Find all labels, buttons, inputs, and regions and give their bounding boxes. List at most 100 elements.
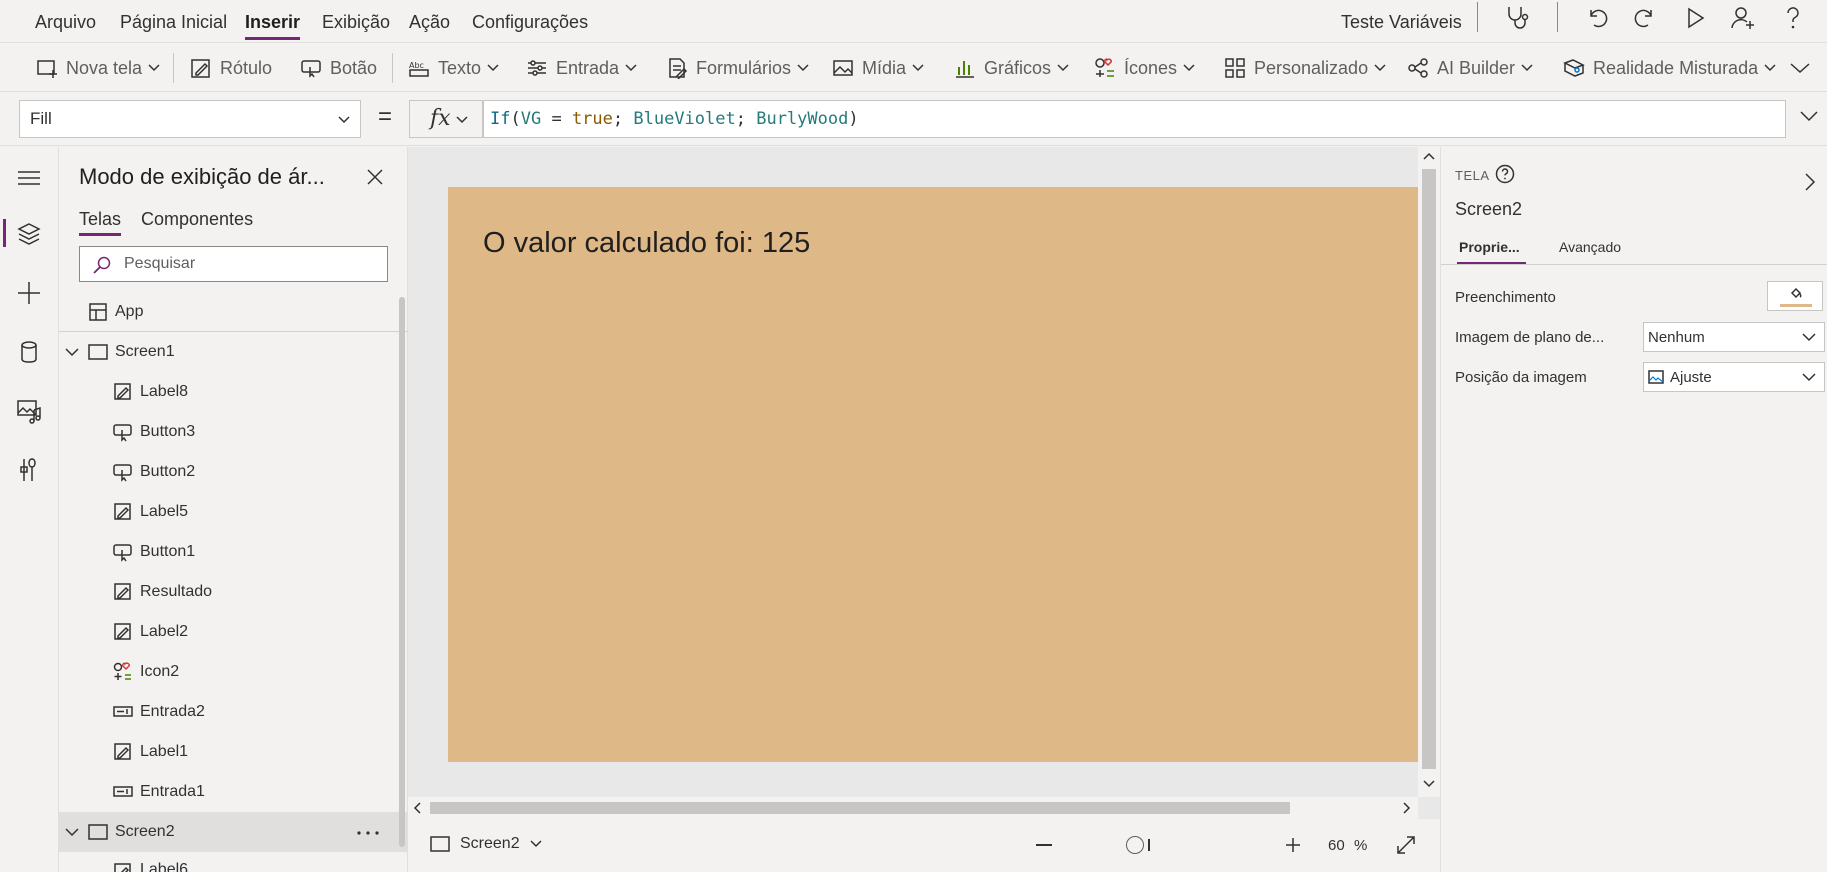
hamburger-menu-button[interactable] — [14, 163, 44, 193]
redo-icon[interactable] — [1631, 4, 1659, 32]
chevron-down-icon — [338, 116, 350, 124]
mixed-reality-icon — [1563, 59, 1585, 77]
expand-formula-button[interactable] — [1799, 110, 1819, 122]
stethoscope-icon[interactable] — [1503, 4, 1531, 32]
zoom-in-button[interactable] — [1285, 837, 1301, 853]
tree-item-entrada2[interactable]: Entrada2 — [59, 692, 408, 732]
horizontal-scrollbar[interactable] — [408, 797, 1418, 819]
background-image-dropdown[interactable]: Nenhum — [1643, 322, 1825, 352]
button-button[interactable]: Botão — [300, 55, 377, 81]
tab-telas[interactable]: Telas — [79, 209, 122, 236]
chevron-down-icon[interactable] — [65, 347, 79, 357]
zoom-out-button[interactable] — [1036, 844, 1052, 846]
fill-label: Preenchimento — [1455, 289, 1556, 306]
icons-menu-button[interactable]: Ícones — [1094, 55, 1195, 81]
fill-color-picker[interactable] — [1767, 281, 1823, 311]
input-menu-button[interactable]: Entrada — [526, 55, 637, 81]
tree-item-label1[interactable]: Label1 — [59, 732, 408, 772]
tab-advanced[interactable]: Avançado — [1559, 239, 1621, 255]
tree-item-label5[interactable]: Label5 — [59, 492, 408, 532]
vertical-scrollbar[interactable] — [1418, 147, 1440, 797]
tree-search-input[interactable] — [124, 249, 384, 279]
chevron-down-icon — [1802, 373, 1816, 382]
tree-item-label6[interactable]: Label6 — [59, 852, 408, 872]
custom-components-icon — [1225, 58, 1245, 78]
label-icon — [114, 503, 131, 520]
more-options-icon[interactable] — [357, 831, 379, 835]
charts-menu-button[interactable]: Gráficos — [954, 55, 1069, 81]
menu-pagina-inicial[interactable]: Página Inicial — [120, 12, 227, 33]
menu-exibicao[interactable]: Exibição — [322, 12, 390, 33]
forms-menu-button[interactable]: Formulários — [666, 55, 809, 81]
property-dropdown[interactable]: Fill — [19, 100, 361, 138]
tree-item-icon2[interactable]: Icon2 — [59, 652, 408, 692]
data-button[interactable] — [14, 337, 44, 367]
close-panel-button[interactable] — [365, 167, 385, 187]
text-menu-button[interactable]: Abc Texto — [408, 55, 499, 81]
zoom-slider-thumb[interactable] — [1126, 836, 1144, 854]
play-icon[interactable] — [1681, 4, 1709, 32]
tree-view-button[interactable] — [14, 219, 44, 249]
paint-bucket-icon — [1790, 287, 1802, 299]
tree-item-screen2[interactable]: Screen2 — [59, 812, 408, 852]
icons-icon — [113, 662, 131, 680]
tree-item-entrada1[interactable]: Entrada1 — [59, 772, 408, 812]
result-label[interactable]: O valor calculado foi: 125 — [483, 227, 810, 260]
tree-item-label: Label2 — [140, 623, 189, 640]
tree-item-label: Label8 — [140, 383, 189, 400]
label-icon — [114, 383, 131, 400]
fit-to-window-icon[interactable] — [1395, 834, 1417, 856]
tab-properties[interactable]: Proprie... — [1457, 239, 1526, 265]
chevron-up-icon[interactable] — [1423, 151, 1435, 161]
tree-item-button2[interactable]: Button2 — [59, 452, 408, 492]
screen-selector-value: Screen2 — [460, 835, 520, 852]
layers-icon — [17, 223, 41, 245]
insert-toolbar: Nova tela Rótulo Botão Abc Texto Entrada… — [0, 42, 1827, 92]
custom-menu-button[interactable]: Personalizado — [1224, 55, 1386, 81]
zoom-value[interactable]: 60 — [1328, 837, 1345, 854]
label-icon — [114, 863, 131, 872]
menu-acao[interactable]: Ação — [409, 12, 450, 33]
chevron-down-icon[interactable] — [65, 827, 79, 837]
zoom-unit: % — [1354, 837, 1368, 854]
tree-item-label2[interactable]: Label2 — [59, 612, 408, 652]
tree-item-screen1[interactable]: Screen1 — [59, 332, 408, 372]
image-position-dropdown[interactable]: Ajuste — [1643, 362, 1825, 392]
tree-item-button1[interactable]: Button1 — [59, 532, 408, 572]
formula-input[interactable]: If(VG = true; BlueViolet; BurlyWood) — [483, 100, 1786, 138]
vertical-scrollbar-thumb[interactable] — [1422, 169, 1436, 769]
chevron-right-icon[interactable] — [1402, 802, 1412, 814]
chevron-left-icon[interactable] — [412, 802, 422, 814]
control-name[interactable]: Screen2 — [1455, 199, 1522, 220]
horizontal-scrollbar-thumb[interactable] — [430, 802, 1290, 814]
help-icon[interactable] — [1495, 164, 1515, 184]
tree-item-button3[interactable]: Button3 — [59, 412, 408, 452]
tree-item-app[interactable]: App — [59, 292, 408, 332]
share-user-icon[interactable] — [1729, 4, 1757, 32]
menu-arquivo[interactable]: Arquivo — [35, 12, 96, 33]
function-picker-button[interactable]: fx — [409, 100, 483, 138]
screen2-canvas[interactable]: O valor calculado foi: 125 — [448, 187, 1418, 762]
menu-configuracoes[interactable]: Configurações — [472, 12, 588, 33]
tree-item-label: Label6 — [140, 861, 189, 872]
chevron-right-icon[interactable] — [1804, 172, 1816, 192]
mixed-reality-menu-label: Realidade Misturada — [1593, 57, 1759, 78]
search-icon — [93, 256, 111, 274]
mixed-reality-menu-button[interactable]: Realidade Misturada — [1563, 55, 1776, 81]
tree-item-label8[interactable]: Label8 — [59, 372, 408, 412]
label-button[interactable]: Rótulo — [190, 55, 272, 81]
help-icon[interactable] — [1779, 4, 1807, 32]
advanced-tools-button[interactable] — [14, 455, 44, 485]
insert-button[interactable] — [14, 278, 44, 308]
screen-selector[interactable]: Screen2 — [430, 835, 542, 853]
menu-inserir[interactable]: Inserir — [245, 12, 301, 40]
media-menu-button[interactable]: Mídia — [832, 55, 924, 81]
ai-builder-menu-button[interactable]: AI Builder — [1407, 55, 1533, 81]
new-screen-button[interactable]: Nova tela — [36, 55, 160, 81]
undo-icon[interactable] — [1583, 4, 1611, 32]
chevron-down-icon[interactable] — [1423, 779, 1435, 789]
tab-componentes[interactable]: Componentes — [141, 209, 253, 230]
toolbar-overflow-button[interactable] — [1789, 55, 1811, 81]
tree-item-resultado[interactable]: Resultado — [59, 572, 408, 612]
media-button[interactable] — [14, 396, 44, 426]
